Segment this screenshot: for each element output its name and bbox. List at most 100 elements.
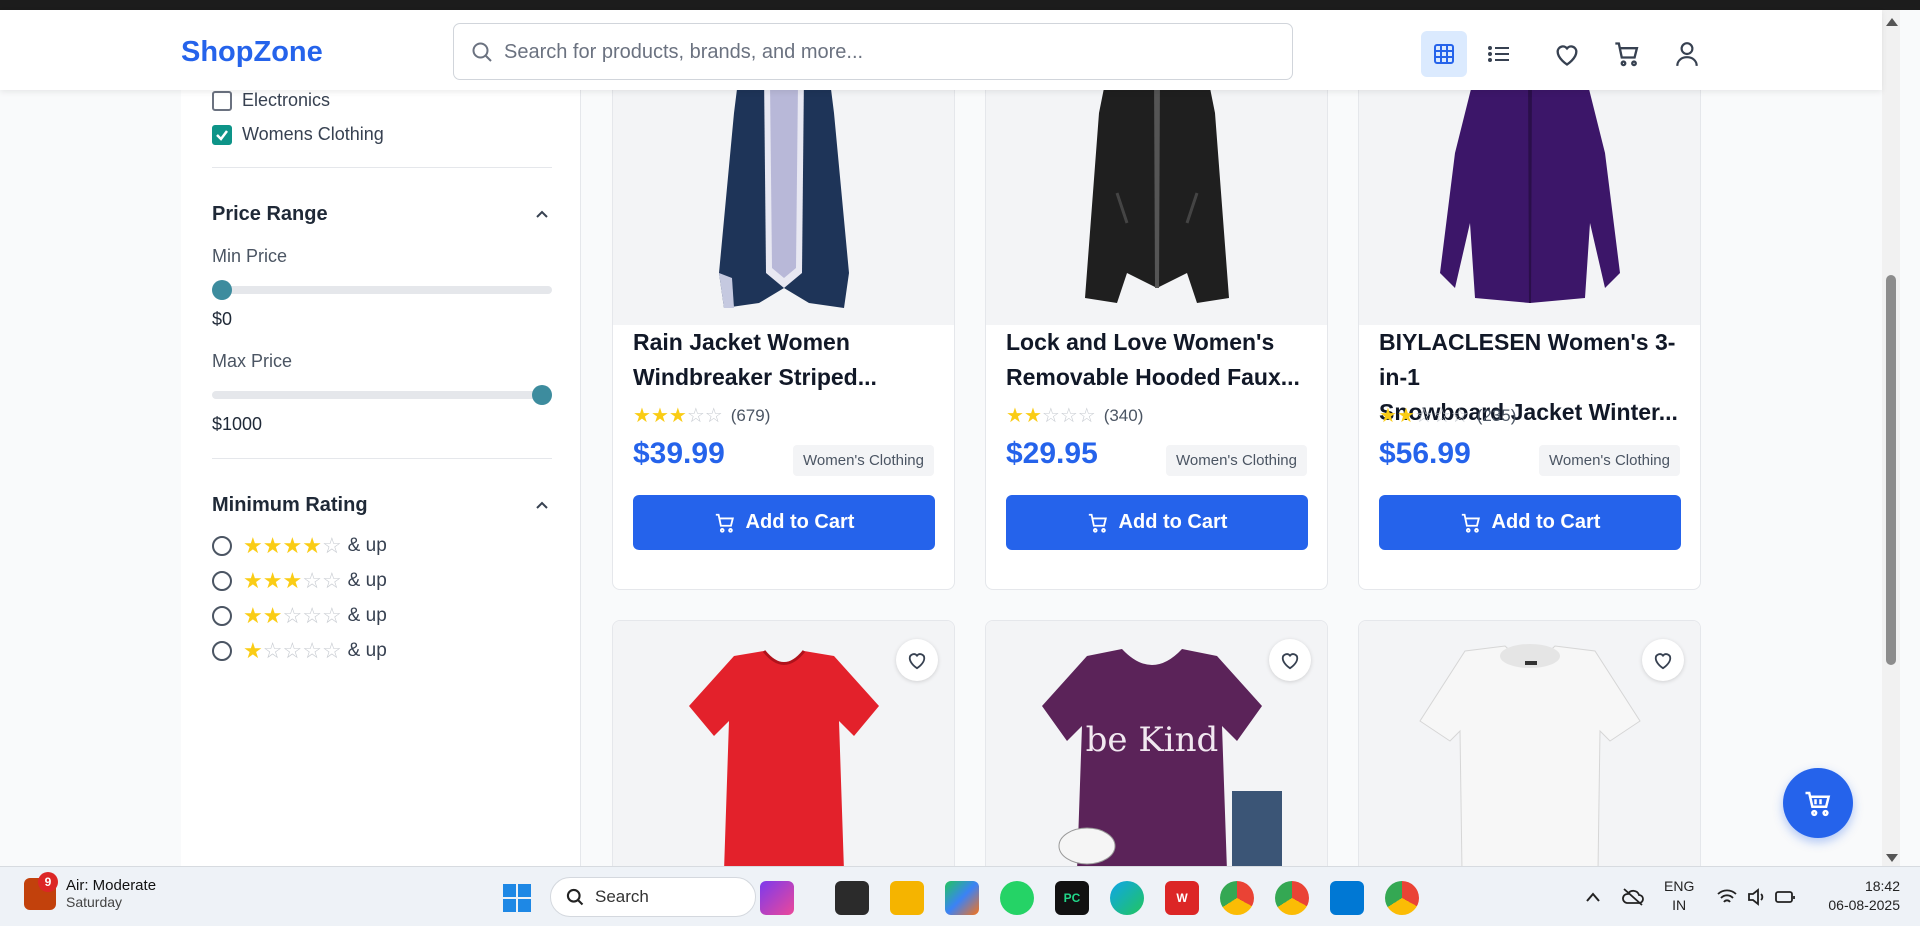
star-empty-icon: ☆: [302, 638, 322, 663]
product-image[interactable]: [986, 71, 1327, 325]
product-image[interactable]: [613, 71, 954, 325]
chevron-up-icon[interactable]: [1585, 891, 1601, 903]
wps-office-icon[interactable]: W: [1165, 881, 1199, 915]
grid-view-button[interactable]: [1421, 31, 1467, 77]
cart-icon: [1088, 513, 1107, 533]
category-badge: Women's Clothing: [793, 445, 934, 476]
min-price-slider[interactable]: [212, 280, 552, 300]
whatsapp-icon[interactable]: [1000, 881, 1034, 915]
page-scrollbar[interactable]: [1882, 10, 1900, 866]
star-empty-icon: ☆: [262, 638, 283, 663]
scroll-up-arrow-icon[interactable]: [1886, 18, 1898, 26]
product-card[interactable]: Lock and Love Women's Removable Hooded F…: [985, 70, 1328, 590]
rating-option-1[interactable]: ★ ☆ ☆ ☆ ☆ & up: [212, 640, 387, 662]
weather-widget[interactable]: 9 Air: Moderate Saturday: [24, 871, 157, 910]
chevron-up-icon[interactable]: [534, 497, 550, 513]
product-card[interactable]: be Kind: [985, 620, 1328, 880]
max-price-slider[interactable]: [212, 385, 552, 405]
rating-radio[interactable]: [212, 641, 232, 661]
star-empty-icon: ☆: [321, 568, 342, 593]
price-range-title: Price Range: [212, 203, 328, 225]
scrollbar-thumb[interactable]: [1886, 275, 1896, 665]
cart-icon: [1461, 513, 1480, 533]
star-empty-icon: ☆: [1041, 405, 1060, 427]
chrome-icon[interactable]: [1220, 881, 1254, 915]
star-filled-icon: ★: [243, 638, 263, 663]
product-card[interactable]: BIYLACLESEN Women's 3-in-1 Snowboard Jac…: [1358, 70, 1701, 590]
product-card[interactable]: [612, 620, 955, 880]
list-icon: [1488, 46, 1509, 62]
edge-icon[interactable]: [1110, 881, 1144, 915]
max-price-thumb[interactable]: [532, 385, 552, 405]
add-to-cart-button[interactable]: Add to Cart: [633, 495, 935, 550]
star-filled-icon: ★: [282, 533, 303, 558]
rating-option-4[interactable]: ★ ★ ★ ★ ☆ & up: [212, 535, 387, 557]
cloud-sync-icon[interactable]: [1622, 887, 1644, 907]
add-to-cart-button[interactable]: Add to Cart: [1006, 495, 1308, 550]
wishlist-button[interactable]: [1544, 31, 1590, 77]
product-card[interactable]: [1358, 620, 1701, 880]
min-price-thumb[interactable]: [212, 280, 232, 300]
search-bar[interactable]: [453, 23, 1293, 80]
rating-radio[interactable]: [212, 571, 232, 591]
rating-suffix: & up: [347, 535, 387, 556]
weather-title: Air: Moderate: [66, 877, 157, 894]
battery-icon[interactable]: [1774, 887, 1796, 907]
product-rating: ★ ★ ☆ ☆ ☆ (340): [1006, 406, 1143, 426]
rating-suffix: & up: [347, 570, 387, 591]
list-view-button[interactable]: [1476, 31, 1522, 77]
favorite-button[interactable]: [1642, 639, 1684, 681]
scroll-down-arrow-icon[interactable]: [1886, 854, 1898, 862]
rating-suffix: & up: [347, 605, 387, 626]
copilot-icon[interactable]: [945, 881, 979, 915]
favorite-button[interactable]: [1269, 639, 1311, 681]
rating-radio[interactable]: [212, 536, 232, 556]
pycharm-icon[interactable]: PC: [1055, 881, 1089, 915]
site-header: ShopZone: [0, 10, 1882, 90]
favorite-button[interactable]: [896, 639, 938, 681]
womens-clothing-checkbox[interactable]: [212, 124, 232, 145]
divider: [212, 167, 552, 168]
chrome-profile-v-icon[interactable]: [1385, 881, 1419, 915]
chrome-profile-c-icon[interactable]: [1275, 881, 1309, 915]
category-electronics[interactable]: Electronics: [212, 90, 330, 111]
copilot-app-icon[interactable]: [760, 881, 794, 915]
star-empty-icon: ☆: [282, 603, 303, 628]
product-title[interactable]: Rain Jacket Women Windbreaker Striped...: [633, 325, 943, 395]
rating-option-3[interactable]: ★ ★ ★ ☆ ☆ & up: [212, 570, 387, 592]
rating-option-2[interactable]: ★ ★ ☆ ☆ ☆ & up: [212, 605, 387, 627]
cart-button[interactable]: [1604, 31, 1650, 77]
shopzone-logo[interactable]: ShopZone: [181, 36, 323, 69]
volume-icon[interactable]: [1746, 887, 1768, 907]
grid-icon: [1434, 44, 1454, 64]
star-filled-icon: ★: [262, 568, 283, 593]
task-view-icon[interactable]: [835, 881, 869, 915]
star-rating: ★ ★ ☆ ☆ ☆: [243, 605, 342, 627]
category-label: Womens Clothing: [242, 124, 384, 144]
star-filled-icon: ★: [1006, 405, 1024, 427]
minimum-rating-title: Minimum Rating: [212, 494, 368, 516]
account-button[interactable]: [1664, 31, 1710, 77]
search-input[interactable]: [504, 34, 1264, 70]
windows-taskbar: 9 Air: Moderate Saturday Search PC W ENG…: [0, 866, 1920, 926]
clock[interactable]: 18:42 06-08-2025: [1818, 877, 1900, 915]
star-empty-icon: ☆: [686, 405, 705, 427]
product-card[interactable]: Rain Jacket Women Windbreaker Striped...…: [612, 70, 955, 590]
taskbar-search[interactable]: Search: [550, 877, 756, 917]
start-menu-icon[interactable]: [500, 881, 534, 915]
file-explorer-icon[interactable]: [890, 881, 924, 915]
floating-cart-button[interactable]: [1783, 768, 1853, 838]
chevron-up-icon[interactable]: [534, 206, 550, 222]
wifi-icon[interactable]: [1716, 887, 1738, 907]
add-to-cart-button[interactable]: Add to Cart: [1379, 495, 1681, 550]
product-image[interactable]: [1359, 71, 1700, 325]
heart-icon: [1281, 653, 1299, 670]
language-indicator[interactable]: ENG IN: [1664, 877, 1694, 915]
category-womens-clothing[interactable]: Womens Clothing: [212, 124, 384, 145]
vscode-icon[interactable]: [1330, 881, 1364, 915]
review-count: (679): [730, 406, 771, 425]
electronics-checkbox[interactable]: [212, 90, 232, 111]
rating-radio[interactable]: [212, 606, 232, 626]
star-filled-icon: ★: [633, 405, 651, 427]
product-title[interactable]: Lock and Love Women's Removable Hooded F…: [1006, 325, 1316, 395]
